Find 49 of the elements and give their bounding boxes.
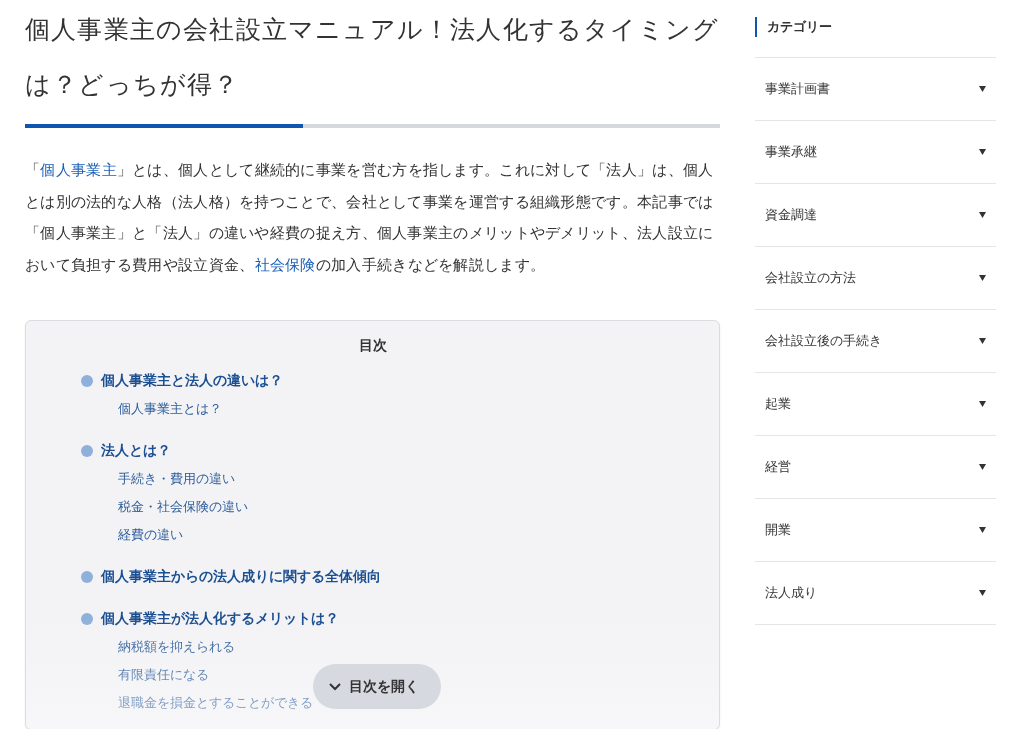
toc-sublink[interactable]: 経費の違い	[118, 521, 183, 549]
toc-link[interactable]: 法人とは？	[101, 442, 171, 460]
toc-link[interactable]: 個人事業主が法人化するメリットは？	[101, 610, 339, 628]
category-item[interactable]: 資金調達	[755, 183, 996, 246]
category-item[interactable]: 経営	[755, 435, 996, 498]
toc-sublink[interactable]: 納税額を抑えられる	[118, 633, 235, 661]
chevron-down-icon	[329, 682, 341, 691]
caret-icon	[979, 212, 986, 218]
toc-sublink[interactable]: 個人事業主とは？	[118, 395, 222, 423]
caret-icon	[979, 464, 986, 470]
sidebar-heading: カテゴリー	[755, 17, 996, 37]
category-item[interactable]: 事業承継	[755, 120, 996, 183]
text-link[interactable]: 社会保険	[254, 255, 316, 273]
caret-icon	[979, 86, 986, 92]
category-label: 事業計画書	[765, 80, 830, 98]
category-label: 会社設立後の手続き	[765, 332, 882, 350]
caret-icon	[979, 275, 986, 281]
caret-icon	[979, 149, 986, 155]
intro-paragraph: 「個人事業主」とは、個人として継続的に事業を営む方を指します。これに対して「法人」は、個人とは別の法的な人格（法人格）を持つことで、会社として事業を運営する組織形態です。本記事では「個人事業主」と「法人」の違いや経費の捉え方、個人事業主のメリットやデメリット、法人設立において負担する費用や設立資金、社会保険の加入手続きなどを解説します。	[25, 160, 715, 275]
category-label: 会社設立の方法	[765, 269, 856, 287]
article-title: 個人事業主の会社設立マニュアル！法人化するタイミングは？どっちが得？	[25, 14, 720, 101]
category-label: 開業	[765, 521, 791, 539]
toc-link[interactable]: 個人事業主と法人の違いは？	[101, 372, 283, 390]
category-label: 経営	[765, 458, 791, 476]
toc-link[interactable]: 個人事業主からの法人成りに関する全体傾向	[101, 568, 381, 586]
category-label: 法人成り	[765, 584, 817, 602]
category-item[interactable]: 開業	[755, 498, 996, 561]
category-item[interactable]: 会社設立後の手続き	[755, 309, 996, 372]
bullet-icon	[81, 445, 93, 457]
bullet-icon	[81, 613, 93, 625]
category-label: 資金調達	[765, 206, 817, 224]
caret-icon	[979, 338, 986, 344]
text-link[interactable]: 個人事業主	[40, 161, 117, 178]
category-item[interactable]: 会社設立の方法	[755, 246, 996, 309]
toc-sublink[interactable]: 税金・社会保険の違い	[118, 493, 248, 521]
open-toc-button[interactable]: 目次を開く	[313, 664, 441, 709]
category-item[interactable]: 法人成り	[755, 561, 996, 625]
bullet-icon	[81, 571, 93, 583]
category-label: 起業	[765, 395, 791, 413]
toc-sublink[interactable]: 手続き・費用の違い	[118, 465, 235, 493]
caret-icon	[979, 527, 986, 533]
bullet-icon	[81, 375, 93, 387]
toc-sublink[interactable]: 有限責任になる	[118, 661, 209, 689]
caret-icon	[979, 401, 986, 407]
category-item[interactable]: 事業計画書	[755, 57, 996, 120]
toc-title: 目次	[357, 337, 388, 355]
category-label: 事業承継	[765, 143, 817, 161]
caret-icon	[979, 590, 986, 596]
category-item[interactable]: 起業	[755, 372, 996, 435]
